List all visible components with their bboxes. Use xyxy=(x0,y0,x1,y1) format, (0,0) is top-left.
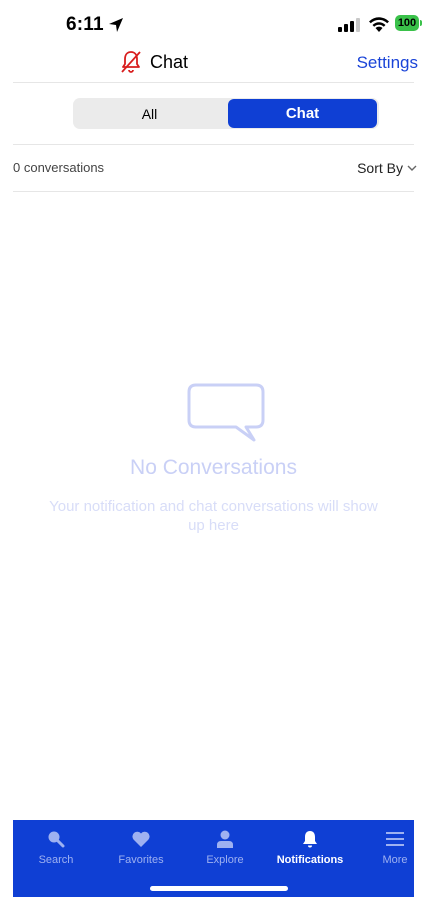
tab-more[interactable]: More xyxy=(355,820,427,876)
empty-state-subtitle: Your notification and chat conversations… xyxy=(49,498,378,534)
battery-icon: 100 xyxy=(395,15,423,32)
search-icon xyxy=(48,831,65,848)
list-divider xyxy=(13,191,414,192)
settings-button[interactable]: Settings xyxy=(357,53,418,73)
chevron-down-icon xyxy=(407,165,417,171)
location-arrow-icon xyxy=(109,18,123,32)
tab-all[interactable]: All xyxy=(73,98,226,129)
header-divider xyxy=(13,82,414,83)
page-title: Chat xyxy=(150,51,189,72)
tab-label-favorites: Favorites xyxy=(118,854,164,866)
chat-screen: 6:11 100 Chat Settings All Chat 0 conver… xyxy=(0,0,427,897)
wifi-icon xyxy=(369,17,389,32)
tab-label-more: More xyxy=(382,854,408,866)
conversation-count: 0 conversations xyxy=(13,160,105,175)
heart-icon xyxy=(132,831,150,847)
tab-label-explore: Explore xyxy=(206,854,244,866)
tab-label-search: Search xyxy=(38,854,74,866)
tab-label-notifications: Notifications xyxy=(276,854,344,866)
menu-icon xyxy=(386,832,404,846)
sort-by-label: Sort By xyxy=(357,160,403,176)
home-indicator xyxy=(150,886,288,891)
status-time: 6:11 xyxy=(66,14,104,35)
battery-tip xyxy=(420,20,422,26)
bell-icon xyxy=(303,831,317,848)
nav-title-group: Chat xyxy=(120,50,188,74)
segment-divider xyxy=(13,144,414,145)
sort-by-button[interactable]: Sort By xyxy=(357,160,417,176)
bottom-tab-bar: Search Favorites Explore Notifications M… xyxy=(13,820,414,897)
empty-state-title: No Conversations xyxy=(130,456,297,479)
tab-explore[interactable]: Explore xyxy=(185,820,265,876)
tab-notifications[interactable]: Notifications xyxy=(270,820,350,876)
tab-favorites[interactable]: Favorites xyxy=(101,820,181,876)
chat-bubble-icon xyxy=(187,383,265,442)
tab-chat[interactable]: Chat xyxy=(228,99,377,128)
person-icon xyxy=(217,830,233,848)
nav-header: Chat Settings xyxy=(0,44,427,82)
status-bar: 6:11 100 xyxy=(0,0,427,44)
cellular-signal-icon xyxy=(338,18,360,32)
battery-level: 100 xyxy=(395,15,419,31)
segmented-control: All Chat xyxy=(73,98,379,129)
tab-search[interactable]: Search xyxy=(16,820,96,876)
bell-muted-icon xyxy=(121,51,141,73)
